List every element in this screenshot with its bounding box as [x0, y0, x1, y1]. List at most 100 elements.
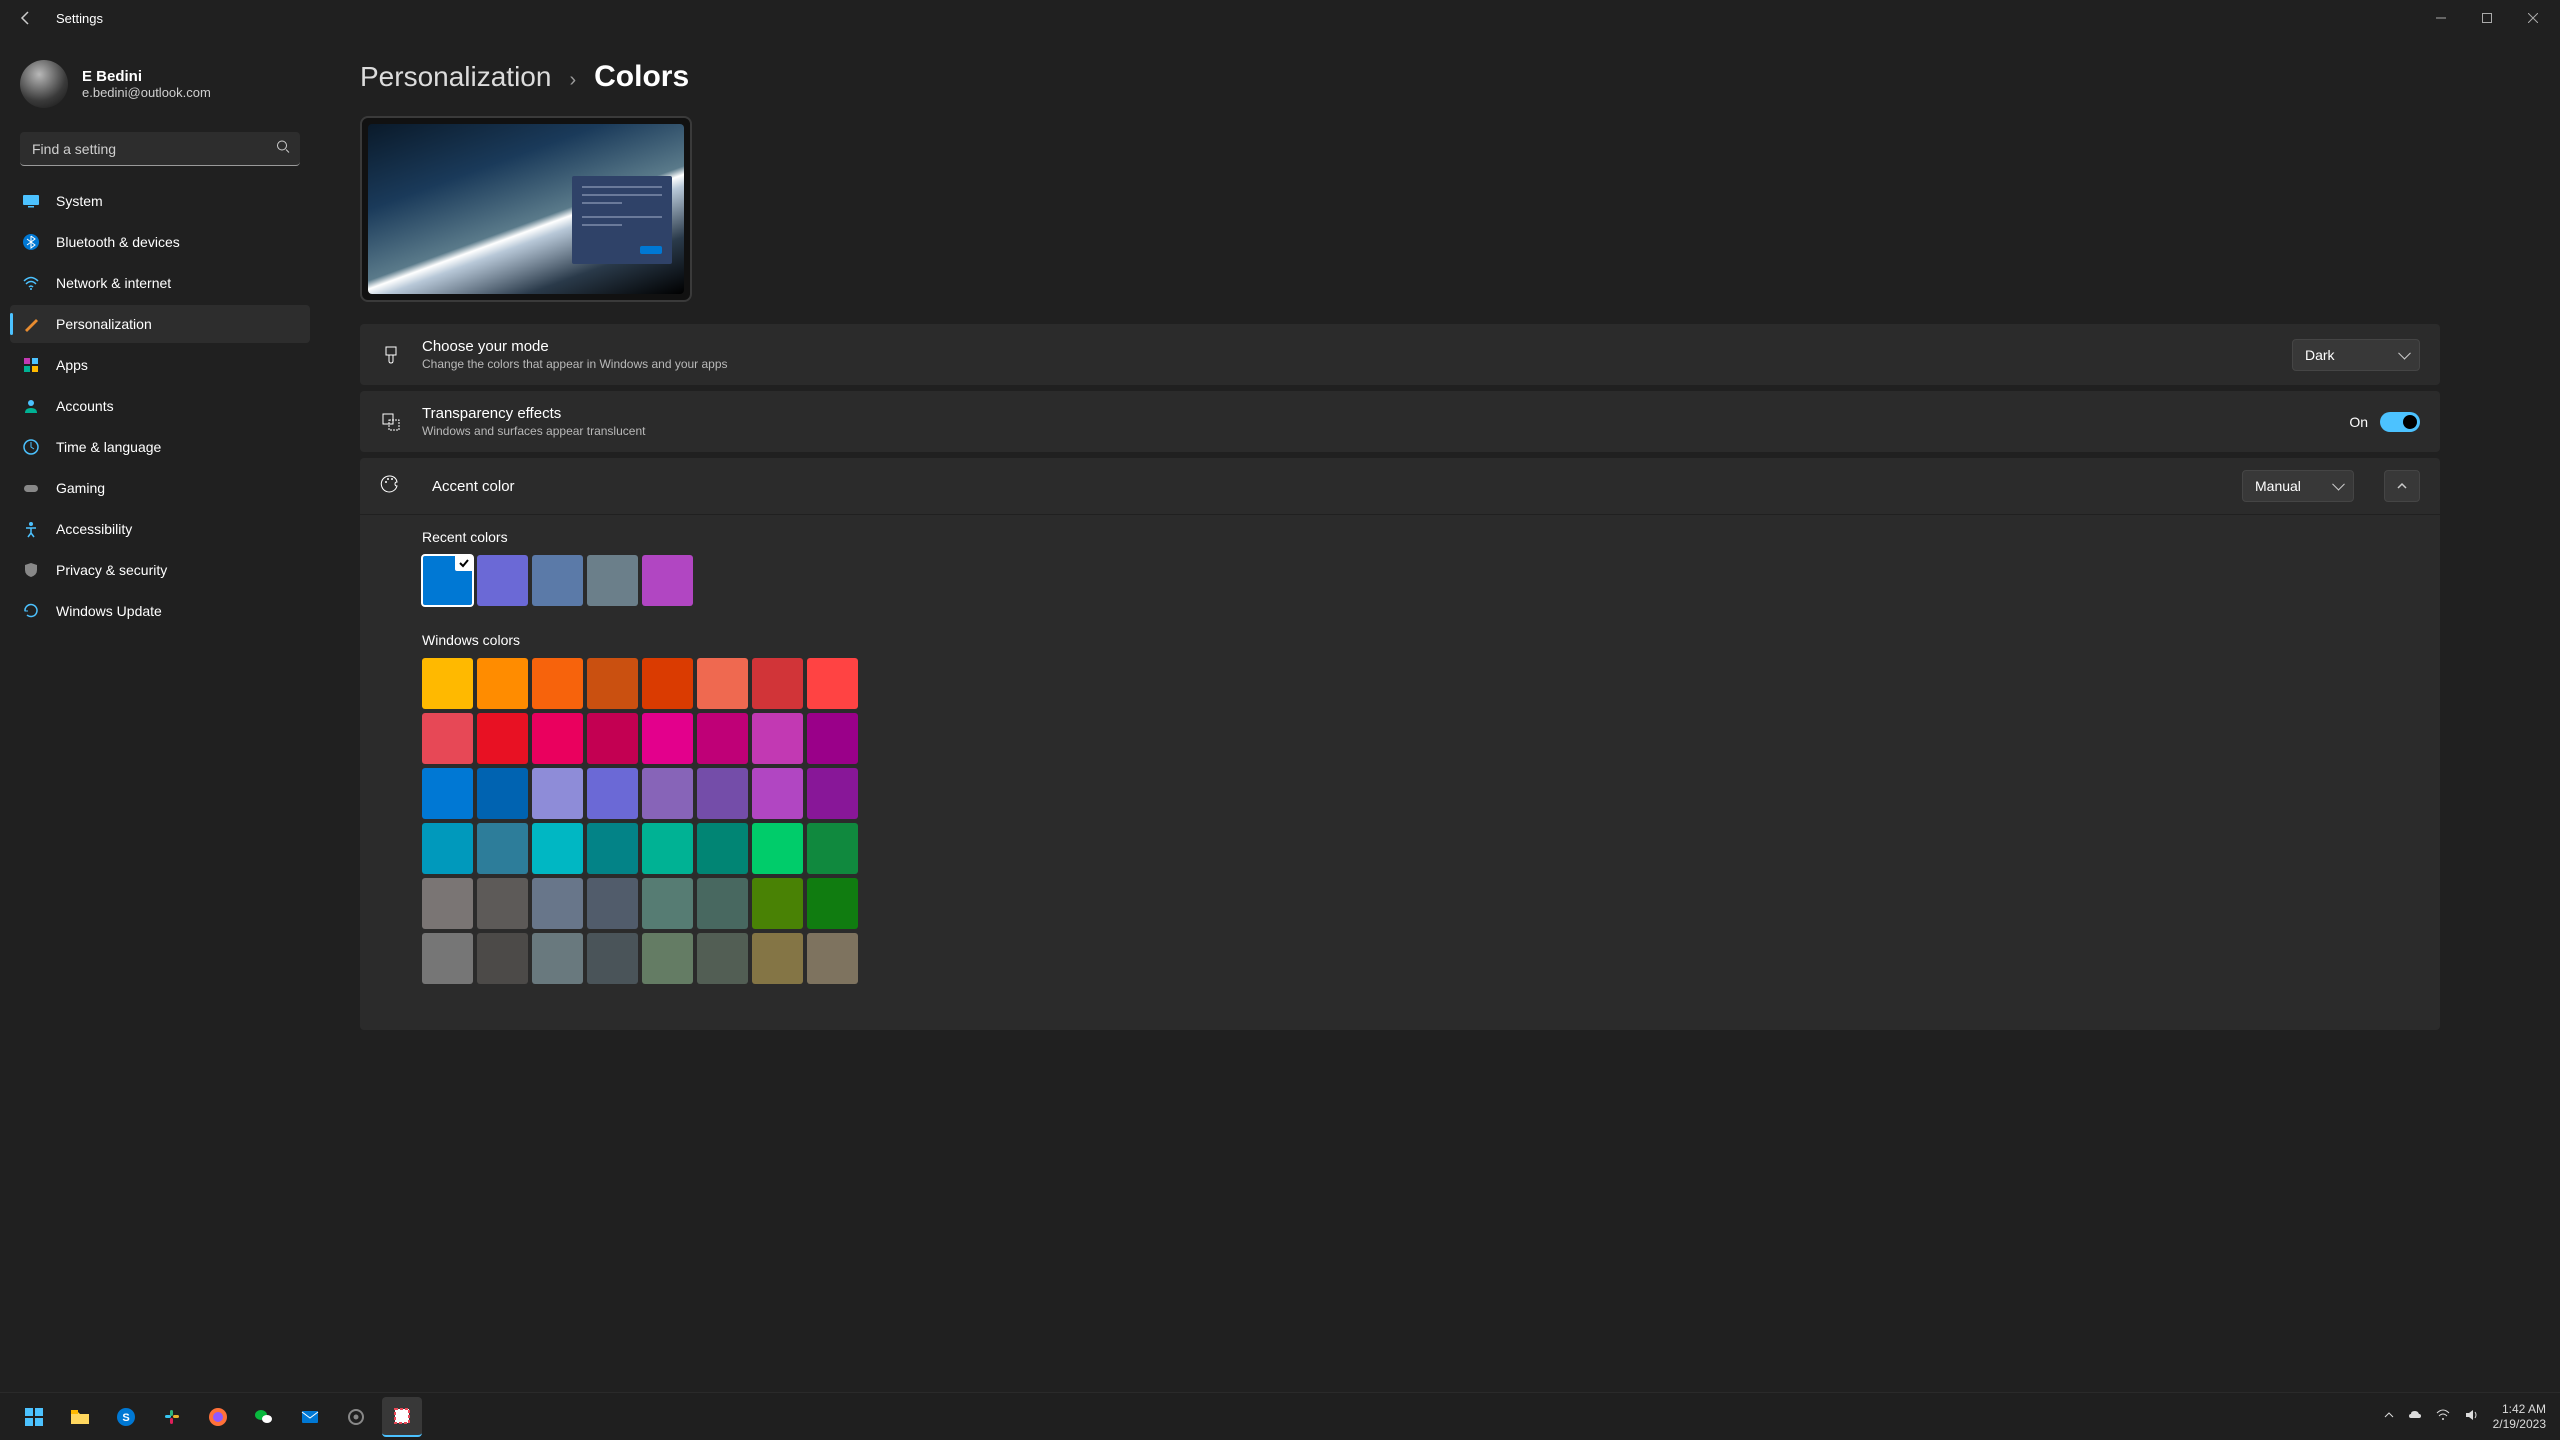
windows-color-swatch[interactable]	[807, 933, 858, 984]
nav-time-language[interactable]: Time & language	[10, 428, 310, 466]
transparency-icon	[380, 411, 402, 433]
mode-dropdown[interactable]: Dark	[2292, 339, 2420, 371]
windows-color-swatch[interactable]	[697, 713, 748, 764]
windows-color-swatch[interactable]	[752, 768, 803, 819]
tray-onedrive-icon[interactable]	[2407, 1407, 2423, 1426]
windows-color-swatch[interactable]	[587, 713, 638, 764]
windows-color-swatch[interactable]	[807, 878, 858, 929]
windows-color-swatch[interactable]	[587, 768, 638, 819]
back-button[interactable]	[4, 2, 48, 34]
windows-color-swatch[interactable]	[807, 713, 858, 764]
windows-color-swatch[interactable]	[642, 658, 693, 709]
taskbar-wechat[interactable]	[244, 1397, 284, 1437]
windows-color-swatch[interactable]	[752, 933, 803, 984]
nav-network[interactable]: Network & internet	[10, 264, 310, 302]
taskbar-slack[interactable]	[152, 1397, 192, 1437]
search-input[interactable]	[20, 132, 300, 166]
windows-color-swatch[interactable]	[642, 768, 693, 819]
tray-overflow-icon[interactable]	[2383, 1409, 2395, 1424]
windows-color-swatch[interactable]	[422, 878, 473, 929]
windows-color-swatch[interactable]	[422, 713, 473, 764]
windows-color-swatch[interactable]	[477, 658, 528, 709]
windows-color-swatch[interactable]	[477, 878, 528, 929]
recent-color-swatch[interactable]	[642, 555, 693, 606]
taskbar-clock[interactable]: 1:42 AM 2/19/2023	[2493, 1402, 2546, 1431]
windows-color-swatch[interactable]	[477, 768, 528, 819]
windows-color-swatch[interactable]	[697, 933, 748, 984]
windows-color-swatch[interactable]	[697, 768, 748, 819]
nav-privacy[interactable]: Privacy & security	[10, 551, 310, 589]
windows-color-swatch[interactable]	[642, 933, 693, 984]
transparency-toggle[interactable]	[2380, 412, 2420, 432]
windows-color-swatch[interactable]	[532, 823, 583, 874]
tray-volume-icon[interactable]	[2463, 1407, 2479, 1426]
windows-color-swatch[interactable]	[477, 713, 528, 764]
nav-label: Accessibility	[56, 521, 132, 537]
recent-color-swatch[interactable]	[587, 555, 638, 606]
windows-color-swatch[interactable]	[532, 933, 583, 984]
recent-color-swatch[interactable]	[422, 555, 473, 606]
close-button[interactable]	[2510, 2, 2556, 34]
windows-color-swatch[interactable]	[587, 658, 638, 709]
windows-color-swatch[interactable]	[422, 768, 473, 819]
windows-color-swatch[interactable]	[422, 933, 473, 984]
windows-color-swatch[interactable]	[532, 713, 583, 764]
windows-color-swatch[interactable]	[532, 658, 583, 709]
maximize-icon	[2482, 13, 2492, 23]
windows-color-swatch[interactable]	[477, 823, 528, 874]
taskbar-snipping-tool[interactable]	[382, 1397, 422, 1437]
windows-color-swatch[interactable]	[642, 878, 693, 929]
start-button[interactable]	[14, 1397, 54, 1437]
accent-collapse-button[interactable]	[2384, 470, 2420, 502]
nav-accessibility[interactable]: Accessibility	[10, 510, 310, 548]
accessibility-icon	[22, 520, 40, 538]
nav-accounts[interactable]: Accounts	[10, 387, 310, 425]
windows-color-swatch[interactable]	[422, 823, 473, 874]
recent-color-swatch[interactable]	[532, 555, 583, 606]
minimize-icon	[2436, 13, 2446, 23]
taskbar-firefox[interactable]	[198, 1397, 238, 1437]
taskbar-file-explorer[interactable]	[60, 1397, 100, 1437]
minimize-button[interactable]	[2418, 2, 2464, 34]
windows-color-swatch[interactable]	[752, 658, 803, 709]
arrow-left-icon	[18, 10, 34, 26]
nav-label: Windows Update	[56, 603, 162, 619]
nav-bluetooth[interactable]: Bluetooth & devices	[10, 223, 310, 261]
windows-color-swatch[interactable]	[752, 713, 803, 764]
nav-system[interactable]: System	[10, 182, 310, 220]
nav-personalization[interactable]: Personalization	[10, 305, 310, 343]
windows-color-swatch[interactable]	[752, 878, 803, 929]
brush-icon	[380, 344, 402, 366]
windows-color-swatch[interactable]	[587, 878, 638, 929]
windows-color-swatch[interactable]	[697, 658, 748, 709]
user-profile[interactable]: E Bedini e.bedini@outlook.com	[0, 48, 320, 128]
windows-color-swatch[interactable]	[587, 823, 638, 874]
windows-color-swatch[interactable]	[477, 933, 528, 984]
taskbar-skype[interactable]: S	[106, 1397, 146, 1437]
recent-color-swatch[interactable]	[477, 555, 528, 606]
windows-color-swatch[interactable]	[807, 768, 858, 819]
accent-mode-dropdown[interactable]: Manual	[2242, 470, 2354, 502]
search-container	[20, 132, 300, 166]
windows-color-swatch[interactable]	[587, 933, 638, 984]
windows-color-swatch[interactable]	[642, 823, 693, 874]
transparency-desc: Windows and surfaces appear translucent	[422, 424, 2329, 438]
windows-color-swatch[interactable]	[642, 713, 693, 764]
nav-gaming[interactable]: Gaming	[10, 469, 310, 507]
maximize-button[interactable]	[2464, 2, 2510, 34]
breadcrumb-parent[interactable]: Personalization	[360, 61, 551, 93]
windows-color-swatch[interactable]	[422, 658, 473, 709]
accent-color-row: Accent color Manual	[360, 458, 2440, 514]
windows-color-swatch[interactable]	[532, 768, 583, 819]
windows-color-swatch[interactable]	[807, 823, 858, 874]
taskbar-settings[interactable]	[336, 1397, 376, 1437]
windows-color-swatch[interactable]	[697, 823, 748, 874]
nav-apps[interactable]: Apps	[10, 346, 310, 384]
windows-color-swatch[interactable]	[752, 823, 803, 874]
taskbar-mail[interactable]	[290, 1397, 330, 1437]
nav-windows-update[interactable]: Windows Update	[10, 592, 310, 630]
windows-color-swatch[interactable]	[807, 658, 858, 709]
windows-color-swatch[interactable]	[532, 878, 583, 929]
windows-color-swatch[interactable]	[697, 878, 748, 929]
tray-wifi-icon[interactable]	[2435, 1407, 2451, 1426]
